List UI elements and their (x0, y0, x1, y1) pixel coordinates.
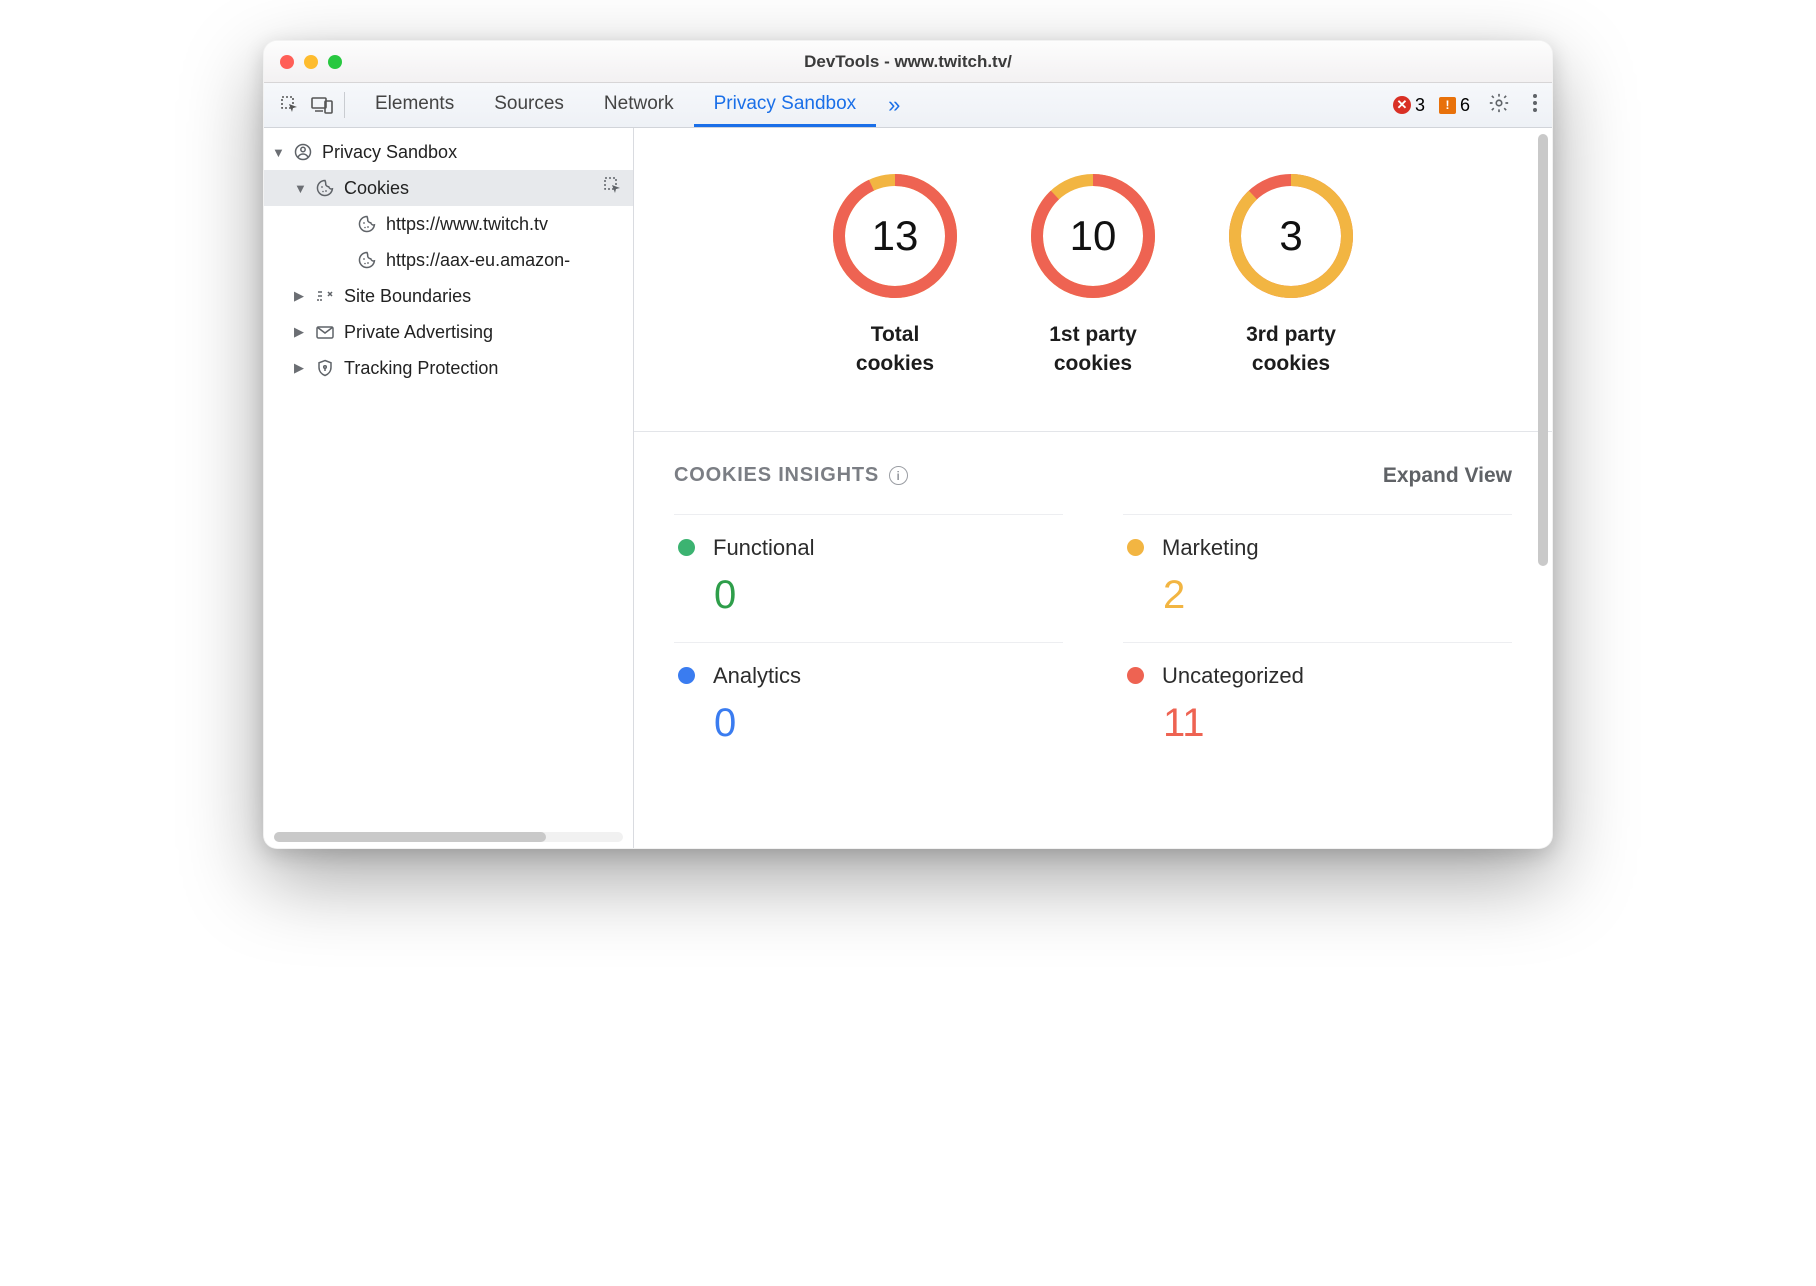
traffic-lights (280, 55, 342, 69)
cookies-insights-section: COOKIES INSIGHTS i Expand View Functiona… (634, 432, 1552, 780)
inspect-element-icon[interactable] (274, 89, 306, 121)
tree-item-label: Private Advertising (344, 322, 493, 343)
scrollbar-thumb[interactable] (274, 832, 546, 842)
expand-view-button[interactable]: Expand View (1383, 464, 1512, 488)
cookie-icon (356, 213, 378, 235)
counter-label: 1st partycookies (1049, 320, 1137, 379)
insight-card-analytics[interactable]: Analytics 0 (674, 642, 1063, 770)
counter-1st-party-cookies: 10 1st partycookies (1029, 172, 1157, 379)
more-options-button[interactable] (1528, 93, 1542, 118)
insight-card-marketing[interactable]: Marketing 2 (1123, 514, 1512, 642)
error-count[interactable]: ✕ 3 (1393, 95, 1425, 116)
advertising-icon (314, 321, 336, 343)
tree-item-cookies[interactable]: ▼ Cookies (264, 170, 633, 206)
warning-count[interactable]: ! 6 (1439, 95, 1470, 116)
settings-button[interactable] (1484, 92, 1514, 119)
main-panel: 13 Totalcookies 10 1st partycookies 3 3r… (634, 128, 1552, 848)
warning-icon: ! (1439, 97, 1456, 114)
inspect-cookies-icon[interactable] (603, 176, 633, 201)
tree-item-tracking-protection[interactable]: ▶ Tracking Protection (264, 350, 633, 386)
error-count-value: 3 (1415, 95, 1425, 116)
tab-elements[interactable]: Elements (355, 83, 474, 127)
category-dot-icon (1127, 667, 1144, 684)
devtools-window: DevTools - www.twitch.tv/ ElementsSource… (263, 40, 1553, 849)
toolbar: ElementsSourcesNetworkPrivacy Sandbox » … (264, 83, 1552, 128)
counter-value: 3 (1227, 172, 1355, 300)
insight-card-name: Uncategorized (1162, 663, 1304, 689)
insight-card-name: Analytics (713, 663, 801, 689)
counter-label: 3rd partycookies (1246, 320, 1336, 379)
chevron-down-icon[interactable]: ▼ (294, 181, 308, 196)
counter-ring: 3 (1227, 172, 1355, 300)
tree-item-label: Cookies (344, 178, 409, 199)
chevron-right-icon[interactable]: ▶ (294, 288, 308, 304)
panel-tabs: ElementsSourcesNetworkPrivacy Sandbox (355, 83, 876, 127)
tree-item-https-aax-eu-amazon[interactable]: https://aax-eu.amazon- (264, 242, 633, 278)
tree-item-private-advertising[interactable]: ▶ Private Advertising (264, 314, 633, 350)
main-vertical-scrollbar[interactable] (1538, 134, 1548, 566)
sandbox-icon (292, 141, 314, 163)
insights-title: COOKIES INSIGHTS i (674, 464, 908, 487)
chevron-right-icon[interactable]: ▶ (294, 360, 308, 376)
insight-card-uncategorized[interactable]: Uncategorized 11 (1123, 642, 1512, 770)
panel-body: ▼ Privacy Sandbox ▼ Cookies https://www.twit… (264, 128, 1552, 848)
insight-card-functional[interactable]: Functional 0 (674, 514, 1063, 642)
tree-item-label: Privacy Sandbox (322, 142, 457, 163)
tab-privacy-sandbox[interactable]: Privacy Sandbox (694, 83, 877, 127)
counter-label: Totalcookies (856, 320, 934, 379)
boundaries-icon (314, 285, 336, 307)
warning-count-value: 6 (1460, 95, 1470, 116)
device-toolbar-icon[interactable] (306, 89, 338, 121)
info-icon[interactable]: i (889, 466, 908, 485)
counter-value: 13 (831, 172, 959, 300)
tree-item-label: Site Boundaries (344, 286, 471, 307)
more-tabs-button[interactable]: » (876, 92, 912, 118)
cookie-icon (314, 177, 336, 199)
window-title: DevTools - www.twitch.tv/ (264, 52, 1552, 72)
counter-3rd-party-cookies: 3 3rd partycookies (1227, 172, 1355, 379)
counter-ring: 13 (831, 172, 959, 300)
minimize-window-button[interactable] (304, 55, 318, 69)
insight-card-value: 0 (714, 573, 1059, 618)
error-icon: ✕ (1393, 96, 1411, 114)
sidebar-horizontal-scrollbar[interactable] (274, 832, 623, 842)
category-dot-icon (678, 667, 695, 684)
tree-item-label: https://aax-eu.amazon- (386, 250, 570, 271)
insights-title-text: COOKIES INSIGHTS (674, 464, 879, 487)
tree-item-https-www-twitch-tv[interactable]: https://www.twitch.tv (264, 206, 633, 242)
insight-card-name: Functional (713, 535, 815, 561)
tree-item-label: Tracking Protection (344, 358, 498, 379)
sidebar: ▼ Privacy Sandbox ▼ Cookies https://www.twit… (264, 128, 634, 848)
insight-card-value: 2 (1163, 573, 1508, 618)
insight-card-name: Marketing (1162, 535, 1259, 561)
tree-item-label: https://www.twitch.tv (386, 214, 548, 235)
counter-value: 10 (1029, 172, 1157, 300)
tree-item-privacy-sandbox[interactable]: ▼ Privacy Sandbox (264, 134, 633, 170)
counter-ring: 10 (1029, 172, 1157, 300)
tab-sources[interactable]: Sources (474, 83, 584, 127)
shield-icon (314, 357, 336, 379)
counter-total-cookies: 13 Totalcookies (831, 172, 959, 379)
chevron-right-icon[interactable]: ▶ (294, 324, 308, 340)
close-window-button[interactable] (280, 55, 294, 69)
titlebar: DevTools - www.twitch.tv/ (264, 41, 1552, 83)
category-dot-icon (678, 539, 695, 556)
chevron-down-icon[interactable]: ▼ (272, 145, 286, 160)
tab-network[interactable]: Network (584, 83, 694, 127)
tree-item-site-boundaries[interactable]: ▶ Site Boundaries (264, 278, 633, 314)
category-dot-icon (1127, 539, 1144, 556)
maximize-window-button[interactable] (328, 55, 342, 69)
cookie-counters: 13 Totalcookies 10 1st partycookies 3 3r… (634, 128, 1552, 432)
cookie-icon (356, 249, 378, 271)
insight-card-value: 11 (1163, 701, 1508, 746)
sidebar-tree: ▼ Privacy Sandbox ▼ Cookies https://www.twit… (264, 128, 633, 386)
insight-cards: Functional 0 Marketing 2 Analytics 0 Unc… (674, 514, 1512, 770)
toolbar-separator (344, 92, 345, 118)
insight-card-value: 0 (714, 701, 1059, 746)
